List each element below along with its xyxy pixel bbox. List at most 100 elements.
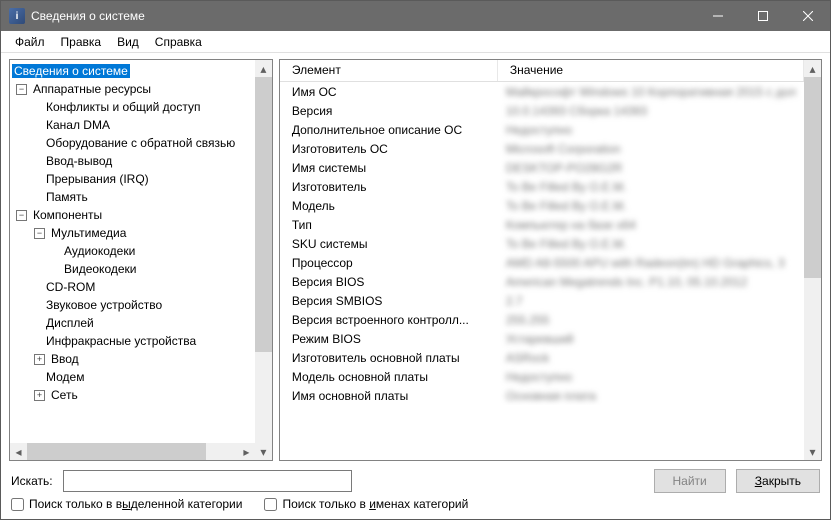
cell-element: Имя системы <box>280 161 498 175</box>
table-row[interactable]: Имя основной платыОсновная плата <box>280 386 804 405</box>
tree-display[interactable]: Дисплей <box>44 316 96 330</box>
scroll-up-icon[interactable]: ▴ <box>804 60 821 77</box>
search-options: Поиск только в выделенной категории Поис… <box>1 497 830 519</box>
tree-irq[interactable]: Прерывания (IRQ) <box>44 172 151 186</box>
scroll-down-icon[interactable]: ▾ <box>804 443 821 460</box>
cell-value: Microsoft Corporation <box>498 142 804 156</box>
tree-multimedia[interactable]: Мультимедиа <box>49 226 128 240</box>
tree-audio-codecs[interactable]: Аудиокодеки <box>62 244 137 258</box>
content-area: Сведения о системе −Аппаратные ресурсы К… <box>1 53 830 465</box>
scroll-right-icon[interactable]: ▸ <box>238 443 255 460</box>
cell-value: To Be Filled By O.E.M. <box>498 180 804 194</box>
cell-element: Версия BIOS <box>280 275 498 289</box>
column-value[interactable]: Значение <box>498 60 804 81</box>
close-search-button[interactable]: Закрыть <box>736 469 820 493</box>
tree-panel: Сведения о системе −Аппаратные ресурсы К… <box>9 59 273 461</box>
menubar: Файл Правка Вид Справка <box>1 31 830 53</box>
cell-element: Модель <box>280 199 498 213</box>
tree-cdrom[interactable]: CD-ROM <box>44 280 97 294</box>
table-row[interactable]: Имя ОСМайкрософт Windows 10 Корпоративна… <box>280 82 804 101</box>
table-row[interactable]: ПроцессорAMD A8-5500 APU with Radeon(tm)… <box>280 253 804 272</box>
table-row[interactable]: Версия BIOSAmerican Megatrends Inc. P1.1… <box>280 272 804 291</box>
cell-value: To Be Filled By O.E.M. <box>498 199 804 213</box>
cell-element: Версия SMBIOS <box>280 294 498 308</box>
table-v-scrollbar[interactable]: ▴ ▾ <box>804 60 821 460</box>
cell-element: Тип <box>280 218 498 232</box>
column-element[interactable]: Элемент <box>280 60 498 81</box>
maximize-button[interactable] <box>740 1 785 31</box>
cell-value: ASRock <box>498 351 804 365</box>
tree-input[interactable]: Ввод <box>49 352 81 366</box>
minimize-button[interactable] <box>695 1 740 31</box>
cell-element: Дополнительное описание ОС <box>280 123 498 137</box>
tree-components[interactable]: Компоненты <box>31 208 104 222</box>
cell-element: Изготовитель основной платы <box>280 351 498 365</box>
check-category-names[interactable]: Поиск только в именах категорий <box>264 497 468 511</box>
tree-infrared[interactable]: Инфракрасные устройства <box>44 334 198 348</box>
details-panel: Элемент Значение Имя ОСМайкрософт Window… <box>279 59 822 461</box>
cell-value: American Megatrends Inc. P1.10, 05.10.20… <box>498 275 804 289</box>
app-icon: i <box>9 8 25 24</box>
titlebar[interactable]: i Сведения о системе <box>1 1 830 31</box>
menu-edit[interactable]: Правка <box>53 33 110 51</box>
cell-element: Изготовитель <box>280 180 498 194</box>
tree-root[interactable]: Сведения о системе <box>12 64 130 78</box>
table-row[interactable]: Версия10.0.14393 Сборка 14393 <box>280 101 804 120</box>
cell-element: SKU системы <box>280 237 498 251</box>
collapse-icon[interactable]: − <box>16 84 27 95</box>
tree-feedback-hw[interactable]: Оборудование с обратной связью <box>44 136 237 150</box>
cell-value: Недоступно <box>498 123 804 137</box>
category-tree[interactable]: Сведения о системе −Аппаратные ресурсы К… <box>10 60 255 443</box>
close-button[interactable] <box>785 1 830 31</box>
table-row[interactable]: ТипКомпьютер на базе x64 <box>280 215 804 234</box>
expand-icon[interactable]: + <box>34 390 45 401</box>
scroll-down-icon[interactable]: ▾ <box>255 443 272 460</box>
cell-element: Изготовитель ОС <box>280 142 498 156</box>
cell-value: To Be Filled By O.E.M. <box>498 237 804 251</box>
menu-view[interactable]: Вид <box>109 33 147 51</box>
table-row[interactable]: Версия встроенного контролл...255.255 <box>280 310 804 329</box>
search-input[interactable] <box>63 470 352 492</box>
tree-memory[interactable]: Память <box>44 190 90 204</box>
search-label: Искать: <box>11 474 53 488</box>
tree-hardware[interactable]: Аппаратные ресурсы <box>31 82 153 96</box>
check-selected-category[interactable]: Поиск только в выделенной категории <box>11 497 242 511</box>
cell-value: DESKTOP-PO28G2R <box>498 161 804 175</box>
tree-conflicts[interactable]: Конфликты и общий доступ <box>44 100 202 114</box>
checkbox-selected-category[interactable] <box>11 498 24 511</box>
tree-modem[interactable]: Модем <box>44 370 86 384</box>
table-row[interactable]: Имя системыDESKTOP-PO28G2R <box>280 158 804 177</box>
tree-dma[interactable]: Канал DMA <box>44 118 112 132</box>
tree-h-scrollbar[interactable]: ◂ ▸ <box>10 443 255 460</box>
collapse-icon[interactable]: − <box>16 210 27 221</box>
scroll-left-icon[interactable]: ◂ <box>10 443 27 460</box>
expand-icon[interactable]: + <box>34 354 45 365</box>
table-row[interactable]: МодельTo Be Filled By O.E.M. <box>280 196 804 215</box>
find-button[interactable]: Найти <box>654 469 726 493</box>
tree-video-codecs[interactable]: Видеокодеки <box>62 262 138 276</box>
cell-element: Имя основной платы <box>280 389 498 403</box>
window-title: Сведения о системе <box>31 9 695 23</box>
collapse-icon[interactable]: − <box>34 228 45 239</box>
table-row[interactable]: ИзготовительTo Be Filled By O.E.M. <box>280 177 804 196</box>
scroll-up-icon[interactable]: ▴ <box>255 60 272 77</box>
menu-help[interactable]: Справка <box>147 33 210 51</box>
table-body[interactable]: Имя ОСМайкрософт Windows 10 Корпоративна… <box>280 82 804 405</box>
tree-io[interactable]: Ввод-вывод <box>44 154 114 168</box>
cell-value: AMD A8-5500 APU with Radeon(tm) HD Graph… <box>498 256 804 270</box>
table-row[interactable]: Версия SMBIOS2.7 <box>280 291 804 310</box>
table-row[interactable]: Дополнительное описание ОСНедоступно <box>280 120 804 139</box>
table-row[interactable]: Изготовитель ОСMicrosoft Corporation <box>280 139 804 158</box>
cell-value: Майкрософт Windows 10 Корпоративная 2015… <box>498 85 804 99</box>
menu-file[interactable]: Файл <box>7 33 53 51</box>
table-row[interactable]: SKU системыTo Be Filled By O.E.M. <box>280 234 804 253</box>
table-row[interactable]: Модель основной платыНедоступно <box>280 367 804 386</box>
table-row[interactable]: Изготовитель основной платыASRock <box>280 348 804 367</box>
cell-value: Недоступно <box>498 370 804 384</box>
tree-v-scrollbar[interactable]: ▴ ▾ <box>255 60 272 460</box>
checkbox-category-names[interactable] <box>264 498 277 511</box>
tree-network[interactable]: Сеть <box>49 388 80 402</box>
cell-value: 10.0.14393 Сборка 14393 <box>498 104 804 118</box>
table-row[interactable]: Режим BIOSУстаревший <box>280 329 804 348</box>
tree-sound[interactable]: Звуковое устройство <box>44 298 164 312</box>
